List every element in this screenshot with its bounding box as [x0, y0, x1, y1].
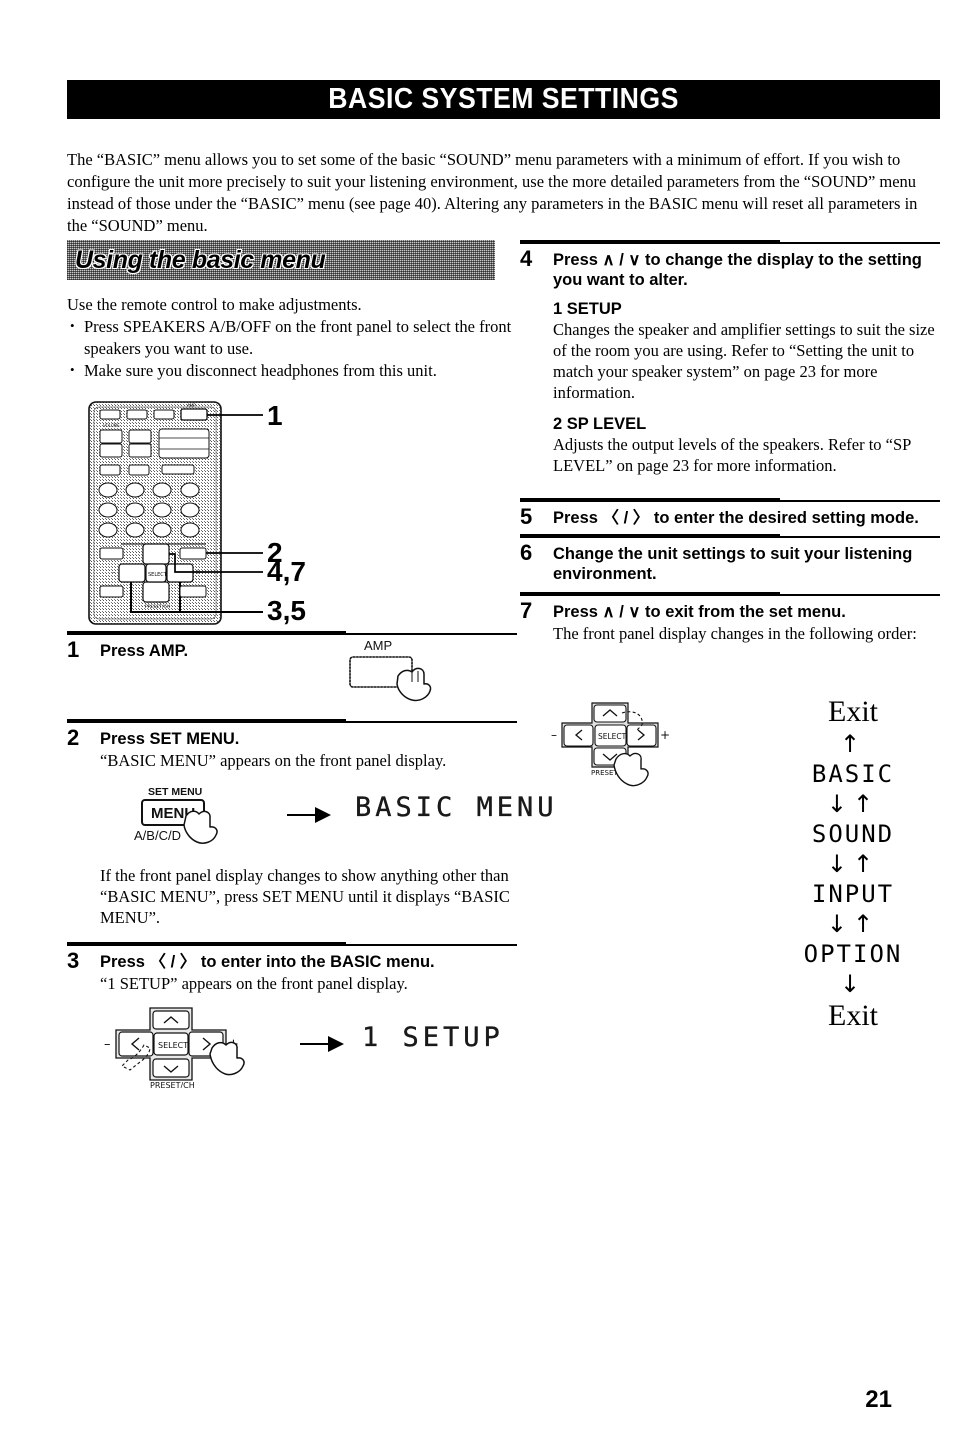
front-panel-display-basic-menu: BASIC MENU	[355, 792, 558, 823]
step-7: 7 Press ∧ / ∨ to exit from the set menu.…	[520, 597, 940, 644]
flow-arrow-up: ↑	[839, 730, 867, 758]
right-column: 4 Press ∧ / ∨ to change the display to t…	[520, 240, 940, 1032]
flow-item-input: INPUT	[811, 880, 895, 908]
cursor-pad-small-svg: SELECT PRESET/CH – +	[551, 702, 670, 787]
flow-arrow-down-up: ↓↑	[826, 790, 880, 818]
set-menu-button-svg: SET MENU MENU A/B/C/D	[134, 786, 218, 844]
flow-arrow-down: ↓	[839, 970, 867, 998]
flow-exit-bottom: Exit	[828, 999, 878, 1032]
subsection-title-1-setup: 1 SETUP	[553, 300, 622, 318]
preset-ch-label: PRESET/CH	[150, 1081, 195, 1088]
step-body: “BASIC MENU” appears on the front panel …	[100, 751, 447, 770]
minus-label: –	[104, 1037, 111, 1052]
set-menu-label: SET MENU	[148, 786, 202, 798]
step-number: 6	[520, 540, 533, 565]
step-2-note: If the front panel display changes to sh…	[100, 866, 510, 927]
flow-arrow-down-up: ↓↑	[826, 850, 880, 878]
plus-label: +	[660, 728, 670, 742]
step-2: 2 Press SET MENU. “BASIC MENU” appears o…	[67, 724, 554, 928]
step-heading: Press SET MENU.	[100, 730, 240, 748]
step-number: 1	[67, 637, 80, 662]
svg-text:PRESET/CH: PRESET/CH	[145, 604, 170, 610]
left-column: Using the basic menu Use the remote cont…	[67, 240, 554, 1090]
step-3: 3 Press 〈 / 〉 to enter into the BASIC me…	[67, 947, 517, 1090]
step-heading: Press ∧ / ∨ to exit from the set menu.	[553, 603, 846, 621]
page-number: 21	[865, 1386, 892, 1413]
section-bullets: Press SPEAKERS A/B/OFF on the front pane…	[67, 315, 517, 382]
section-band: Using the basic menu	[67, 240, 495, 280]
section-lead: Use the remote control to make adjustmen…	[67, 295, 362, 314]
arrow-right-icon	[287, 807, 331, 823]
step-number: 5	[520, 504, 533, 529]
flow-item-basic: BASIC	[811, 760, 895, 788]
amp-button-illustration: AMP	[342, 636, 462, 713]
minus-label: –	[551, 728, 557, 742]
front-panel-display-1-setup: 1 SETUP	[362, 1022, 504, 1053]
subsection-body-1-setup: Changes the speaker and amplifier settin…	[553, 320, 935, 402]
list-item: Make sure you disconnect headphones from…	[67, 359, 517, 382]
step-5: 5 Press 〈 / 〉 to enter the desired setti…	[520, 503, 940, 534]
step-number: 4	[520, 246, 533, 271]
section-band-label: Using the basic menu	[75, 245, 326, 274]
subsection-body-2-sp-level: Adjusts the output levels of the speaker…	[553, 435, 911, 475]
cursor-pad-illustration-small: SELECT PRESET/CH – +	[550, 695, 700, 808]
step-number: 2	[67, 725, 80, 750]
step-number: 3	[67, 948, 80, 973]
amp-button-svg: AMP	[349, 638, 432, 702]
cursor-pad-svg: SELECT PRESET/CH – +	[104, 1007, 245, 1088]
flow-exit-top: Exit	[828, 695, 878, 728]
svg-text:AMP: AMP	[187, 403, 196, 408]
page-title-bar: BASIC SYSTEM SETTINGS	[67, 80, 940, 119]
abcd-label: A/B/C/D	[134, 828, 181, 843]
amp-button-label: AMP	[364, 638, 392, 653]
step-heading: Press 〈 / 〉 to enter the desired setting…	[553, 509, 919, 527]
remote-control-svg: AMP VOLUME SELECT PRESET/CH – +	[88, 401, 263, 625]
intro-paragraph: The “BASIC” menu allows you to set some …	[67, 149, 918, 235]
page-title: BASIC SYSTEM SETTINGS	[328, 83, 679, 115]
step-number: 7	[520, 598, 533, 623]
subsection-title-2-sp-level: 2 SP LEVEL	[553, 415, 647, 433]
cursor-pad-illustration: SELECT PRESET/CH – + 1 SETUP	[100, 1000, 517, 1090]
remote-callout-3-5: 3,5	[267, 595, 306, 626]
svg-text:–: –	[112, 568, 116, 576]
flow-item-option: OPTION	[803, 940, 903, 968]
list-item: Press SPEAKERS A/B/OFF on the front pane…	[67, 315, 517, 360]
step-heading: Press 〈 / 〉 to enter into the BASIC menu…	[100, 953, 435, 971]
arrow-right-icon	[300, 1036, 344, 1052]
flow-arrow-down-up: ↓↑	[826, 910, 880, 938]
select-button-label: SELECT	[158, 1041, 188, 1050]
step-body: The front panel display changes in the f…	[553, 624, 917, 643]
remote-callout-4-7: 4,7	[267, 556, 306, 587]
step-body: “1 SETUP” appears on the front panel dis…	[100, 974, 408, 993]
step-heading: Press ∧ / ∨ to change the display to the…	[553, 251, 922, 289]
remote-control-illustration: AMP VOLUME SELECT PRESET/CH – + 1 2 4,7 …	[67, 396, 517, 631]
step-heading: Change the unit settings to suit your li…	[553, 545, 913, 583]
svg-text:VOLUME: VOLUME	[103, 423, 120, 428]
remote-callout-1: 1	[267, 400, 283, 431]
flow-item-sound: SOUND	[811, 820, 895, 848]
menu-flow-diagram: Exit ↑ BASIC ↓↑ SOUND ↓↑ INPUT ↓↑ OPTION…	[763, 695, 943, 1033]
step-4: 4 Press ∧ / ∨ to change the display to t…	[520, 245, 940, 476]
set-menu-illustration: SET MENU MENU A/B/C/D BASIC MENU	[100, 783, 554, 861]
step-1: 1 Press AMP. AMP	[67, 636, 517, 719]
svg-text:SELECT: SELECT	[148, 572, 168, 578]
select-button-label: SELECT	[598, 732, 627, 741]
step-6: 6 Change the unit settings to suit your …	[520, 539, 940, 592]
